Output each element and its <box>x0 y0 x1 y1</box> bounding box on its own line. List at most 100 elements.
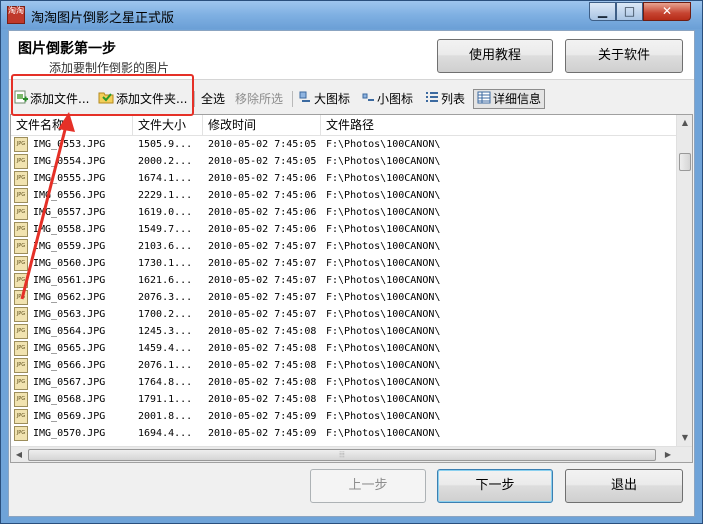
column-header-name[interactable]: 文件名称 <box>11 115 133 135</box>
column-header-size[interactable]: 文件大小 <box>133 115 203 135</box>
scroll-down-icon[interactable]: ▼ <box>677 430 692 446</box>
horizontal-scrollbar[interactable]: ◀ ⦙⦙⦙ ▶ <box>11 446 692 462</box>
select-all-button[interactable]: 全选 <box>201 89 225 109</box>
title-bar[interactable]: 淘淘 淘淘图片倒影之星正式版 ▁ □ ✕ <box>1 1 702 29</box>
file-size-cell: 2103.6... <box>138 241 193 252</box>
previous-step-button[interactable]: 上一步 <box>310 469 426 503</box>
file-size-cell: 1459.4... <box>138 343 193 354</box>
maximize-button[interactable]: □ <box>616 2 643 21</box>
jpg-file-icon: JPG <box>14 239 28 254</box>
file-name-cell: IMG_0565.JPG <box>33 343 106 354</box>
jpg-file-icon: JPG <box>14 426 28 441</box>
jpg-file-icon: JPG <box>14 341 28 356</box>
modified-time-cell: 2010-05-02 7:45:08 <box>208 343 317 354</box>
jpg-file-icon: JPG <box>14 256 28 271</box>
file-path-cell: F:\Photos\100CANON\ <box>326 411 441 422</box>
jpg-file-icon: JPG <box>14 222 28 237</box>
jpg-file-icon: JPG <box>14 171 28 186</box>
modified-time-cell: 2010-05-02 7:45:07 <box>208 309 317 320</box>
table-row[interactable]: JPG IMG_0565.JPG 1459.4... 2010-05-02 7:45:… <box>11 340 676 357</box>
list-view-label: 列表 <box>441 92 466 106</box>
small-icons-button[interactable]: 小图标 <box>362 89 413 109</box>
scroll-right-icon[interactable]: ▶ <box>660 447 676 462</box>
file-size-cell: 1764.8... <box>138 377 193 388</box>
small-icons-icon <box>362 90 375 110</box>
about-button[interactable]: 关于软件 <box>565 39 683 73</box>
file-name-cell: IMG_0556.JPG <box>33 190 106 201</box>
modified-time-cell: 2010-05-02 7:45:08 <box>208 326 317 337</box>
modified-time-cell: 2010-05-02 7:45:06 <box>208 207 317 218</box>
table-row[interactable]: JPG IMG_0554.JPG 2000.2... 2010-05-02 7:45:… <box>11 153 676 170</box>
toolbar-divider <box>292 91 293 107</box>
vertical-scrollbar[interactable]: ▲ ▼ <box>676 115 692 446</box>
modified-time-cell: 2010-05-02 7:45:05 <box>208 139 317 150</box>
table-row[interactable]: JPG IMG_0562.JPG 2076.3... 2010-05-02 7:45:… <box>11 289 676 306</box>
app-window: 淘淘 淘淘图片倒影之星正式版 ▁ □ ✕ 图片倒影第一步 添加要制作倒影的图片 … <box>0 0 703 524</box>
table-row[interactable]: JPG IMG_0553.JPG 1505.9... 2010-05-02 7:45:… <box>11 136 676 153</box>
table-row[interactable]: JPG IMG_0567.JPG 1764.8... 2010-05-02 7:45:… <box>11 374 676 391</box>
table-row[interactable]: JPG IMG_0555.JPG 1674.1... 2010-05-02 7:45:… <box>11 170 676 187</box>
vertical-scroll-thumb[interactable] <box>679 153 691 171</box>
table-row[interactable]: JPG IMG_0559.JPG 2103.6... 2010-05-02 7:45:… <box>11 238 676 255</box>
app-icon: 淘淘 <box>7 6 25 24</box>
file-name-cell: IMG_0560.JPG <box>33 258 106 269</box>
minimize-button[interactable]: ▁ <box>589 2 616 21</box>
file-path-cell: F:\Photos\100CANON\ <box>326 173 441 184</box>
table-row[interactable]: JPG IMG_0557.JPG 1619.0... 2010-05-02 7:45:… <box>11 204 676 221</box>
jpg-file-icon: JPG <box>14 358 28 373</box>
remove-selected-button[interactable]: 移除所选 <box>235 89 283 109</box>
close-button[interactable]: ✕ <box>643 2 691 21</box>
table-row[interactable]: JPG IMG_0569.JPG 2001.8... 2010-05-02 7:45:… <box>11 408 676 425</box>
table-row[interactable]: JPG IMG_0561.JPG 1621.6... 2010-05-02 7:45:… <box>11 272 676 289</box>
file-name-cell: IMG_0564.JPG <box>33 326 106 337</box>
modified-time-cell: 2010-05-02 7:45:06 <box>208 224 317 235</box>
file-name-cell: IMG_0563.JPG <box>33 309 106 320</box>
jpg-file-icon: JPG <box>14 375 28 390</box>
jpg-file-icon: JPG <box>14 154 28 169</box>
file-path-cell: F:\Photos\100CANON\ <box>326 207 441 218</box>
file-size-cell: 1621.6... <box>138 275 193 286</box>
horizontal-scroll-thumb[interactable]: ⦙⦙⦙ <box>28 449 656 461</box>
file-name-cell: IMG_0558.JPG <box>33 224 106 235</box>
file-path-cell: F:\Photos\100CANON\ <box>326 360 441 371</box>
tutorial-button[interactable]: 使用教程 <box>437 39 553 73</box>
file-size-cell: 1791.1... <box>138 394 193 405</box>
file-path-cell: F:\Photos\100CANON\ <box>326 224 441 235</box>
file-size-cell: 2229.1... <box>138 190 193 201</box>
modified-time-cell: 2010-05-02 7:45:09 <box>208 411 317 422</box>
table-row[interactable]: JPG IMG_0556.JPG 2229.1... 2010-05-02 7:45:… <box>11 187 676 204</box>
file-name-cell: IMG_0566.JPG <box>33 360 106 371</box>
scroll-left-icon[interactable]: ◀ <box>11 447 27 462</box>
table-row[interactable]: JPG IMG_0563.JPG 1700.2... 2010-05-02 7:45:… <box>11 306 676 323</box>
file-path-cell: F:\Photos\100CANON\ <box>326 258 441 269</box>
jpg-file-icon: JPG <box>14 290 28 305</box>
table-row[interactable]: JPG IMG_0558.JPG 1549.7... 2010-05-02 7:45:… <box>11 221 676 238</box>
details-view-button[interactable]: 详细信息 <box>473 89 546 109</box>
jpg-file-icon: JPG <box>14 409 28 424</box>
column-header-modified[interactable]: 修改时间 <box>203 115 321 135</box>
file-size-cell: 1694.4... <box>138 428 193 439</box>
large-icons-button[interactable]: 大图标 <box>299 89 350 109</box>
list-icon <box>425 90 439 110</box>
file-path-cell: F:\Photos\100CANON\ <box>326 394 441 405</box>
file-name-cell: IMG_0567.JPG <box>33 377 106 388</box>
jpg-file-icon: JPG <box>14 392 28 407</box>
table-row[interactable]: JPG IMG_0566.JPG 2076.1... 2010-05-02 7:45:… <box>11 357 676 374</box>
jpg-file-icon: JPG <box>14 205 28 220</box>
table-row[interactable]: JPG IMG_0568.JPG 1791.1... 2010-05-02 7:45:… <box>11 391 676 408</box>
list-view-button[interactable]: 列表 <box>425 89 465 109</box>
column-header-path[interactable]: 文件路径 <box>321 115 676 135</box>
file-size-cell: 1549.7... <box>138 224 193 235</box>
next-step-button[interactable]: 下一步 <box>437 469 553 503</box>
file-path-cell: F:\Photos\100CANON\ <box>326 139 441 150</box>
file-path-cell: F:\Photos\100CANON\ <box>326 309 441 320</box>
file-size-cell: 2076.1... <box>138 360 193 371</box>
table-row[interactable]: JPG IMG_0560.JPG 1730.1... 2010-05-02 7:45:… <box>11 255 676 272</box>
table-row[interactable]: JPG IMG_0570.JPG 1694.4... 2010-05-02 7:45:… <box>11 425 676 442</box>
table-row[interactable]: JPG IMG_0564.JPG 1245.3... 2010-05-02 7:45:… <box>11 323 676 340</box>
exit-button[interactable]: 退出 <box>565 469 683 503</box>
list-header: 文件名称 文件大小 修改时间 文件路径 <box>11 115 676 136</box>
scroll-up-icon[interactable]: ▲ <box>677 115 692 131</box>
file-name-cell: IMG_0555.JPG <box>33 173 106 184</box>
file-list[interactable]: 文件名称 文件大小 修改时间 文件路径 JPG IMG_0553.JPG 1505.… <box>10 114 693 463</box>
